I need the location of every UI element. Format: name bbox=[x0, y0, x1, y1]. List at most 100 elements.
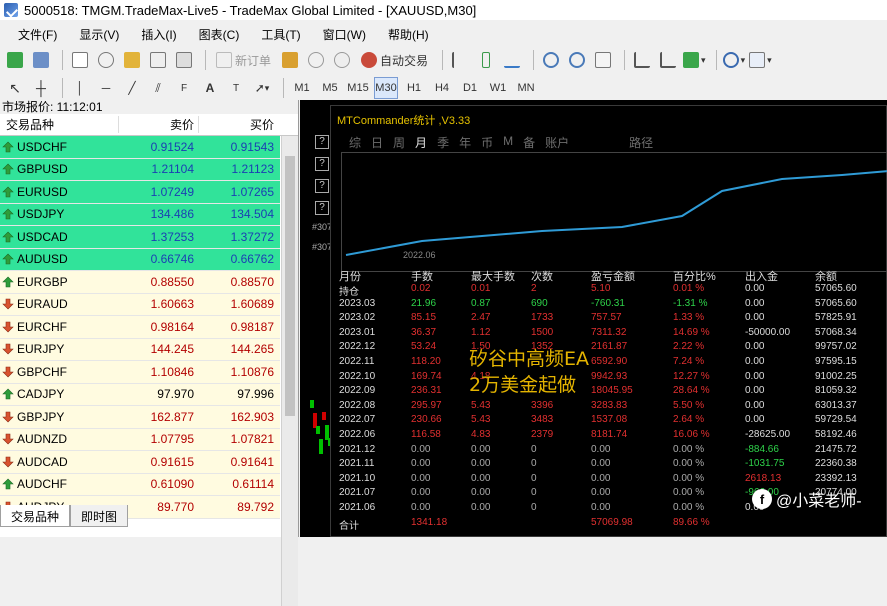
market-watch-row[interactable]: CADJPY 97.970 97.996 bbox=[0, 383, 280, 406]
menu-tools[interactable]: 工具(T) bbox=[261, 26, 300, 43]
panel-tab[interactable]: 备 bbox=[523, 134, 535, 151]
market-watch-row[interactable]: AUDCAD 0.91615 0.91641 bbox=[0, 451, 280, 474]
chart-shift-button[interactable] bbox=[631, 49, 653, 71]
profiles-button[interactable] bbox=[30, 49, 52, 71]
templates-button[interactable]: ▾ bbox=[749, 49, 772, 71]
panel-tab[interactable]: 账户 bbox=[545, 134, 569, 151]
signals-button[interactable] bbox=[305, 49, 327, 71]
stats-cell-lots: 118.20 bbox=[411, 356, 441, 367]
market-watch-scrollbar[interactable] bbox=[281, 136, 298, 606]
tab-symbols[interactable]: 交易品种 bbox=[0, 505, 71, 527]
market-watch-row[interactable]: USDCAD 1.37253 1.37272 bbox=[0, 226, 280, 249]
zoom-in-button[interactable] bbox=[540, 49, 562, 71]
equidistant-channel-button[interactable]: ⫽ bbox=[147, 77, 169, 99]
stats-cell-bal: 59729.54 bbox=[815, 414, 857, 426]
market-watch-row[interactable]: USDJPY 134.486 134.504 bbox=[0, 203, 280, 226]
terminal-button[interactable] bbox=[147, 49, 169, 71]
market-watch-row[interactable]: GBPJPY 162.877 162.903 bbox=[0, 406, 280, 429]
menu-charts[interactable]: 图表(C) bbox=[199, 26, 240, 43]
bar-chart-button[interactable] bbox=[449, 49, 471, 71]
timeframe-m15[interactable]: M15 bbox=[346, 77, 370, 99]
market-watch-row[interactable]: EURCHF 0.98164 0.98187 bbox=[0, 316, 280, 339]
timeframe-h4[interactable]: H4 bbox=[430, 77, 454, 99]
data-window-button[interactable] bbox=[95, 49, 117, 71]
metaeditor-button[interactable] bbox=[279, 49, 301, 71]
timeframe-d1[interactable]: D1 bbox=[458, 77, 482, 99]
vertical-line-button[interactable]: │ bbox=[69, 77, 91, 99]
side-button[interactable]: ? bbox=[315, 157, 329, 171]
stats-cell-month: 2023.03 bbox=[339, 297, 376, 309]
panel-tab[interactable]: M bbox=[503, 134, 513, 151]
line-chart-button[interactable] bbox=[501, 49, 523, 71]
horizontal-line-button[interactable]: ─ bbox=[95, 77, 117, 99]
auto-trading-button[interactable]: 自动交易 bbox=[357, 49, 432, 71]
timeframe-h1[interactable]: H1 bbox=[402, 77, 426, 99]
panel-tab[interactable]: 月 bbox=[415, 134, 427, 151]
crosshair-button[interactable]: ┼ bbox=[30, 77, 52, 99]
market-watch-row[interactable]: EURGBP 0.88550 0.88570 bbox=[0, 271, 280, 294]
side-button[interactable]: ? bbox=[315, 201, 329, 215]
panel-tab[interactable]: 年 bbox=[459, 134, 471, 151]
bid-cell: 1.07249 bbox=[150, 184, 194, 199]
column-header-ask[interactable]: 买价 bbox=[198, 116, 278, 133]
stats-cell-bal: 99757.02 bbox=[815, 341, 857, 353]
arrows-button[interactable]: ➚ ▾ bbox=[251, 77, 273, 99]
market-watch-row[interactable]: EURUSD 1.07249 1.07265 bbox=[0, 181, 280, 204]
timeframe-m30[interactable]: M30 bbox=[374, 77, 398, 99]
periods-button[interactable]: ▾ bbox=[722, 49, 745, 71]
panel-tab[interactable]: 季 bbox=[437, 134, 449, 151]
panel-tab[interactable]: 日 bbox=[371, 134, 383, 151]
side-button[interactable]: ? bbox=[315, 179, 329, 193]
scrollbar-thumb[interactable] bbox=[285, 156, 295, 416]
market-watch-row[interactable]: GBPUSD 1.21104 1.21123 bbox=[0, 158, 280, 181]
tile-windows-button[interactable] bbox=[592, 49, 614, 71]
label-button[interactable]: T bbox=[225, 77, 247, 99]
candlestick-button[interactable] bbox=[475, 49, 497, 71]
ask-cell: 0.98187 bbox=[230, 319, 274, 334]
trendline-button[interactable]: ╱ bbox=[121, 77, 143, 99]
tester-button[interactable] bbox=[173, 49, 195, 71]
market-watch-button[interactable] bbox=[69, 49, 91, 71]
timeframe-m1[interactable]: M1 bbox=[290, 77, 314, 99]
tab-tick-chart[interactable]: 即时图 bbox=[70, 505, 129, 527]
market-watch-row[interactable]: GBPCHF 1.10846 1.10876 bbox=[0, 361, 280, 384]
column-header-bid[interactable]: 卖价 bbox=[118, 116, 198, 133]
autoscroll-button[interactable] bbox=[657, 49, 679, 71]
navigator-button[interactable] bbox=[121, 49, 143, 71]
menu-file[interactable]: 文件(F) bbox=[18, 26, 57, 43]
market-watch-row[interactable]: AUDCHF 0.61090 0.61114 bbox=[0, 473, 280, 496]
menu-insert[interactable]: 插入(I) bbox=[141, 26, 176, 43]
new-chart-button[interactable] bbox=[4, 49, 26, 71]
menu-help[interactable]: 帮助(H) bbox=[388, 26, 429, 43]
side-button[interactable]: ? bbox=[315, 135, 329, 149]
cursor-button[interactable]: ↖ bbox=[4, 77, 26, 99]
market-watch-row[interactable]: AUDUSD 0.66746 0.66762 bbox=[0, 248, 280, 271]
timeframe-mn[interactable]: MN bbox=[514, 77, 538, 99]
stats-cell-lots: 85.15 bbox=[411, 312, 437, 324]
stats-cell-lots: 230.66 bbox=[411, 414, 442, 426]
timeframe-m5[interactable]: M5 bbox=[318, 77, 342, 99]
new-order-button[interactable]: 新订单 bbox=[212, 49, 275, 71]
menu-window[interactable]: 窗口(W) bbox=[323, 26, 366, 43]
panel-tab[interactable]: 周 bbox=[393, 134, 405, 151]
timeframe-w1[interactable]: W1 bbox=[486, 77, 510, 99]
market-watch-row[interactable]: AUDNZD 1.07795 1.07821 bbox=[0, 428, 280, 451]
stats-cell-max bbox=[471, 517, 531, 532]
indicators-button[interactable]: ▾ bbox=[683, 49, 706, 71]
market-watch-row[interactable]: EURJPY 144.245 144.265 bbox=[0, 338, 280, 361]
panel-tab[interactable]: 路径 bbox=[629, 134, 653, 151]
ask-cell: 97.996 bbox=[237, 387, 274, 402]
market-watch-row[interactable]: EURAUD 1.60663 1.60689 bbox=[0, 293, 280, 316]
zoom-out-button[interactable] bbox=[566, 49, 588, 71]
market-button[interactable] bbox=[331, 49, 353, 71]
symbol-name: USDCHF bbox=[17, 139, 67, 154]
market-watch-row[interactable]: USDCHF 0.91524 0.91543 bbox=[0, 136, 280, 159]
text-button[interactable]: A bbox=[199, 77, 221, 99]
stats-row: 2021.10 0.00 0.00 0 0.00 0.00 % 2618.13 23392.1… bbox=[331, 473, 887, 488]
panel-tab[interactable]: 综 bbox=[349, 134, 361, 151]
column-header-symbol[interactable]: 交易品种 bbox=[0, 116, 118, 133]
panel-tab[interactable]: 币 bbox=[481, 134, 493, 151]
menu-view[interactable]: 显示(V) bbox=[79, 26, 119, 43]
stats-cell-flow: 0.00 bbox=[745, 370, 765, 382]
fibonacci-button[interactable]: F bbox=[173, 77, 195, 99]
